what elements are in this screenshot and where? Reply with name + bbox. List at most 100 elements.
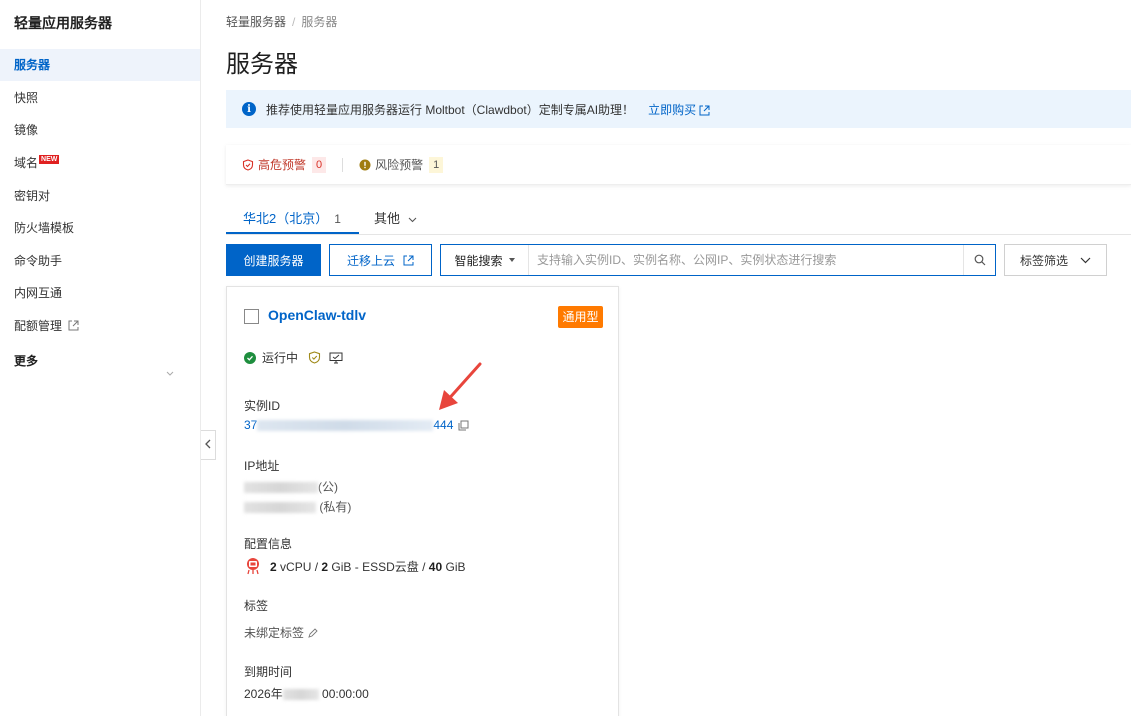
- sidebar-item-label: 配额管理: [14, 319, 63, 333]
- risk-count: 1: [429, 156, 444, 173]
- sidebar-item-intranet[interactable]: 内网互通: [0, 277, 200, 309]
- shield-warning-icon: [242, 158, 254, 171]
- divider: [342, 157, 344, 172]
- sidebar-item-label: 密钥对: [14, 189, 51, 203]
- expire-label: 到期时间: [244, 665, 293, 679]
- high-risk-label: 高危预警: [258, 158, 307, 172]
- instance-id-label: 实例ID: [244, 399, 281, 413]
- sidebar-item-label: 域名: [14, 156, 39, 170]
- sidebar-item-images[interactable]: 镜像: [0, 114, 200, 146]
- tags-text: 未绑定标签: [244, 626, 305, 640]
- memory-disk-unit: GiB - ESSD云盘 /: [331, 559, 426, 574]
- sidebar-item-domains[interactable]: 域名 NEW: [0, 147, 200, 179]
- sidebar-title: 轻量应用服务器: [14, 15, 112, 31]
- external-link-icon: [403, 255, 414, 266]
- chevron-down-icon: [166, 357, 174, 389]
- vcpu-unit: vCPU /: [280, 559, 319, 574]
- tab-other[interactable]: 其他: [374, 208, 417, 227]
- tags-label: 标签: [244, 599, 269, 613]
- external-link-icon: [699, 105, 710, 116]
- breadcrumb: 轻量服务器 / 服务器: [226, 13, 337, 30]
- redacted-ip: [244, 482, 318, 494]
- banner-text: 推荐使用轻量应用服务器运行 Moltbot（Clawdbot）定制专属AI助理！: [266, 102, 635, 117]
- breadcrumb-root[interactable]: 轻量服务器: [226, 15, 286, 29]
- risk-alert[interactable]: 风险预警 1: [359, 156, 444, 173]
- copy-icon[interactable]: [458, 420, 469, 431]
- search-button[interactable]: [963, 245, 995, 275]
- sidebar-item-label: 服务器: [14, 58, 51, 72]
- public-ip: (公): [244, 478, 338, 495]
- new-badge: NEW: [39, 155, 60, 164]
- chevron-down-icon: [408, 217, 417, 222]
- sidebar-item-servers[interactable]: 服务器: [0, 49, 200, 81]
- risk-label: 风险预警: [375, 158, 424, 172]
- buy-now-link[interactable]: 立即购买: [648, 101, 710, 118]
- security-shield-icon[interactable]: [308, 351, 321, 364]
- sidebar-item-label: 内网互通: [14, 286, 63, 300]
- breadcrumb-current: 服务器: [301, 15, 338, 29]
- redacted-date: [282, 689, 319, 701]
- sidebar-item-quota[interactable]: 配额管理: [0, 310, 200, 342]
- page-title: 服务器: [226, 51, 298, 78]
- tag-filter-dropdown[interactable]: 标签筛选: [1004, 244, 1107, 276]
- chevron-left-icon: [205, 438, 211, 452]
- private-ip-suffix: (私有): [319, 500, 352, 514]
- warning-circle-icon: [359, 159, 371, 171]
- ip-address-label: IP地址: [244, 459, 280, 473]
- disk-size: 40: [428, 559, 443, 574]
- sidebar-item-label: 快照: [14, 91, 39, 105]
- sidebar-item-label: 防火墙模板: [14, 221, 75, 235]
- status-text: 运行中: [262, 351, 299, 365]
- expire-value: 2026年 00:00:00: [244, 685, 369, 702]
- create-server-button[interactable]: 创建服务器: [226, 244, 321, 276]
- instance-name[interactable]: OpenClaw-tdlv: [268, 307, 366, 323]
- external-link-icon: [68, 311, 79, 343]
- sidebar-item-snapshots[interactable]: 快照: [0, 82, 200, 114]
- public-ip-suffix: (公): [318, 480, 338, 494]
- tab-beijing[interactable]: 华北2（北京） 1: [243, 208, 341, 227]
- private-ip: (私有): [244, 498, 351, 515]
- info-icon: i: [242, 102, 256, 116]
- sidebar-item-firewall-templates[interactable]: 防火墙模板: [0, 212, 200, 244]
- disk-unit: GiB: [445, 559, 466, 574]
- sidebar-item-keypairs[interactable]: 密钥对: [0, 180, 200, 212]
- search-input[interactable]: [529, 245, 963, 275]
- running-status-icon: [244, 351, 256, 364]
- high-risk-alert[interactable]: 高危预警 0: [242, 156, 327, 173]
- chevron-down-icon: [1080, 257, 1091, 264]
- search-box: 智能搜索: [440, 244, 996, 276]
- instance-card: OpenClaw-tdlv 通用型 运行中 实例ID 37 444 IP地址 (…: [226, 286, 619, 716]
- migrate-button[interactable]: 迁移上云: [329, 244, 432, 276]
- edit-icon[interactable]: [308, 627, 318, 638]
- sidebar-item-label: 命令助手: [14, 254, 63, 268]
- breadcrumb-separator: /: [292, 15, 296, 29]
- sidebar-item-command-assistant[interactable]: 命令助手: [0, 245, 200, 277]
- tags-value: 未绑定标签: [244, 624, 318, 641]
- caret-down-icon: [508, 258, 515, 262]
- instance-status: 运行中: [244, 349, 343, 366]
- memory-size: 2: [321, 559, 329, 574]
- sidebar-item-label: 更多: [14, 354, 39, 368]
- instance-checkbox[interactable]: [244, 309, 259, 324]
- annotation-arrow: [439, 362, 482, 410]
- monitor-icon[interactable]: [329, 352, 343, 364]
- sidebar-item-label: 镜像: [14, 123, 39, 137]
- search-icon: [974, 254, 986, 266]
- tab-count: 1: [334, 212, 341, 226]
- vcpu-count: 2: [270, 559, 277, 574]
- region-tabs: 华北2（北京） 1 其他: [226, 200, 1131, 235]
- high-risk-count: 0: [312, 156, 327, 173]
- expire-prefix: 2026年: [244, 687, 283, 701]
- redacted-id: [257, 419, 434, 431]
- search-type-select[interactable]: 智能搜索: [441, 245, 529, 275]
- sidebar-item-more[interactable]: 更多: [0, 345, 200, 377]
- alert-bar: 高危预警 0 风险预警 1: [226, 145, 1131, 185]
- config-label: 配置信息: [244, 537, 293, 551]
- instance-id-suffix: 444: [433, 418, 454, 432]
- server-chip-icon: [244, 557, 262, 575]
- instance-id-value: 37 444: [244, 418, 469, 432]
- instance-type-tag: 通用型: [558, 306, 603, 328]
- sidebar-collapse-button[interactable]: [201, 430, 216, 460]
- redacted-ip: [244, 502, 316, 514]
- promo-banner: i 推荐使用轻量应用服务器运行 Moltbot（Clawdbot）定制专属AI助…: [226, 90, 1131, 128]
